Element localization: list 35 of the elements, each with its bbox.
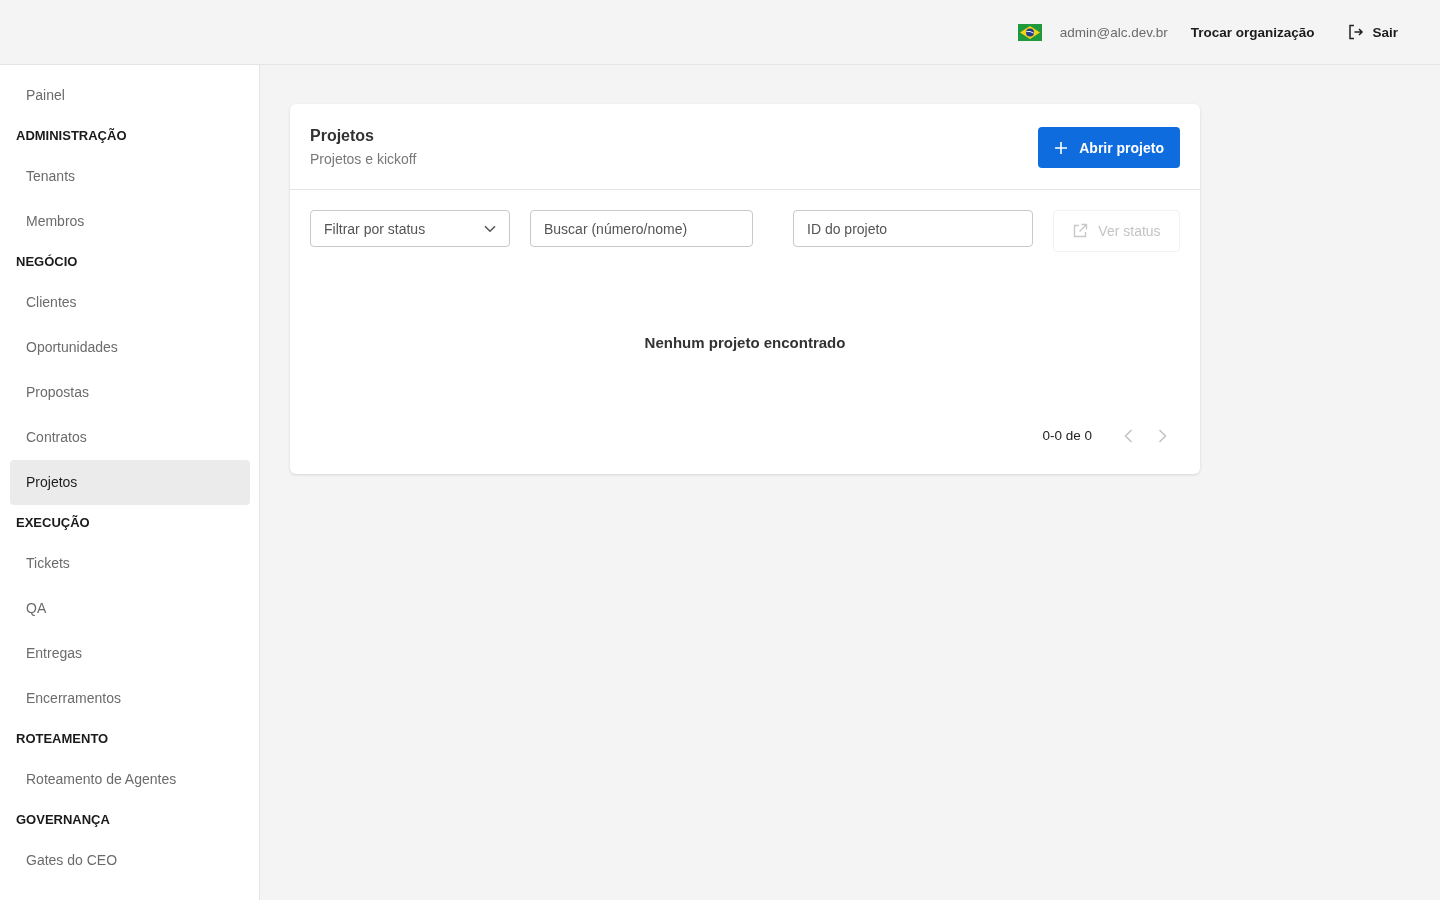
- card-subtitle: Projetos e kickoff: [310, 150, 417, 169]
- nav-item[interactable]: Tenants: [10, 154, 250, 199]
- nav-item[interactable]: Projetos: [10, 460, 250, 505]
- plus-icon: [1054, 140, 1069, 155]
- nav-item[interactable]: Contratos: [10, 415, 250, 460]
- nav-item[interactable]: Entregas: [10, 631, 250, 676]
- section-heading: NEGÓCIO: [16, 254, 78, 270]
- nav-item[interactable]: Clientes: [10, 280, 250, 325]
- switch-organization-button[interactable]: Trocar organização: [1182, 16, 1323, 48]
- search-field[interactable]: Buscar (número/nome): [530, 210, 753, 247]
- logout-icon: [1348, 24, 1365, 40]
- nav-item[interactable]: Tickets: [10, 541, 250, 586]
- status-select[interactable]: Filtrar por status: [310, 210, 510, 247]
- pagination-range: 0-0 de 0: [1042, 427, 1092, 445]
- nav-item[interactable]: Roteamento de Agentes: [10, 757, 250, 802]
- nav-item[interactable]: Oportunidades: [10, 325, 250, 370]
- nav-item[interactable]: Painel: [10, 73, 250, 118]
- section-heading: ROTEAMENTO: [16, 731, 109, 747]
- project-id-field[interactable]: ID do projeto: [793, 210, 1033, 247]
- section-heading: ADMINISTRAÇÃO: [16, 128, 127, 144]
- section-heading: EXECUÇÃO: [16, 515, 90, 531]
- nav-item[interactable]: Membros: [10, 199, 250, 244]
- nav-item[interactable]: Propostas: [10, 370, 250, 415]
- section-heading: GOVERNANÇA: [16, 812, 110, 828]
- external-link-icon: [1072, 223, 1089, 239]
- chevron-down-icon: [484, 224, 496, 233]
- nav-item[interactable]: Encerramentos: [10, 676, 250, 721]
- flag-icon: [1017, 23, 1042, 41]
- open-project-button[interactable]: Abrir projeto: [1038, 127, 1180, 168]
- nav-item[interactable]: Gates do CEO: [10, 838, 250, 883]
- nav-item[interactable]: QA: [10, 586, 250, 631]
- card-title: Projetos: [310, 126, 374, 146]
- logout-button[interactable]: Sair: [1340, 16, 1406, 48]
- user-email: admin@alc.dev.br: [1059, 24, 1168, 40]
- empty-state-message: Nenhum projeto encontrado: [644, 333, 846, 353]
